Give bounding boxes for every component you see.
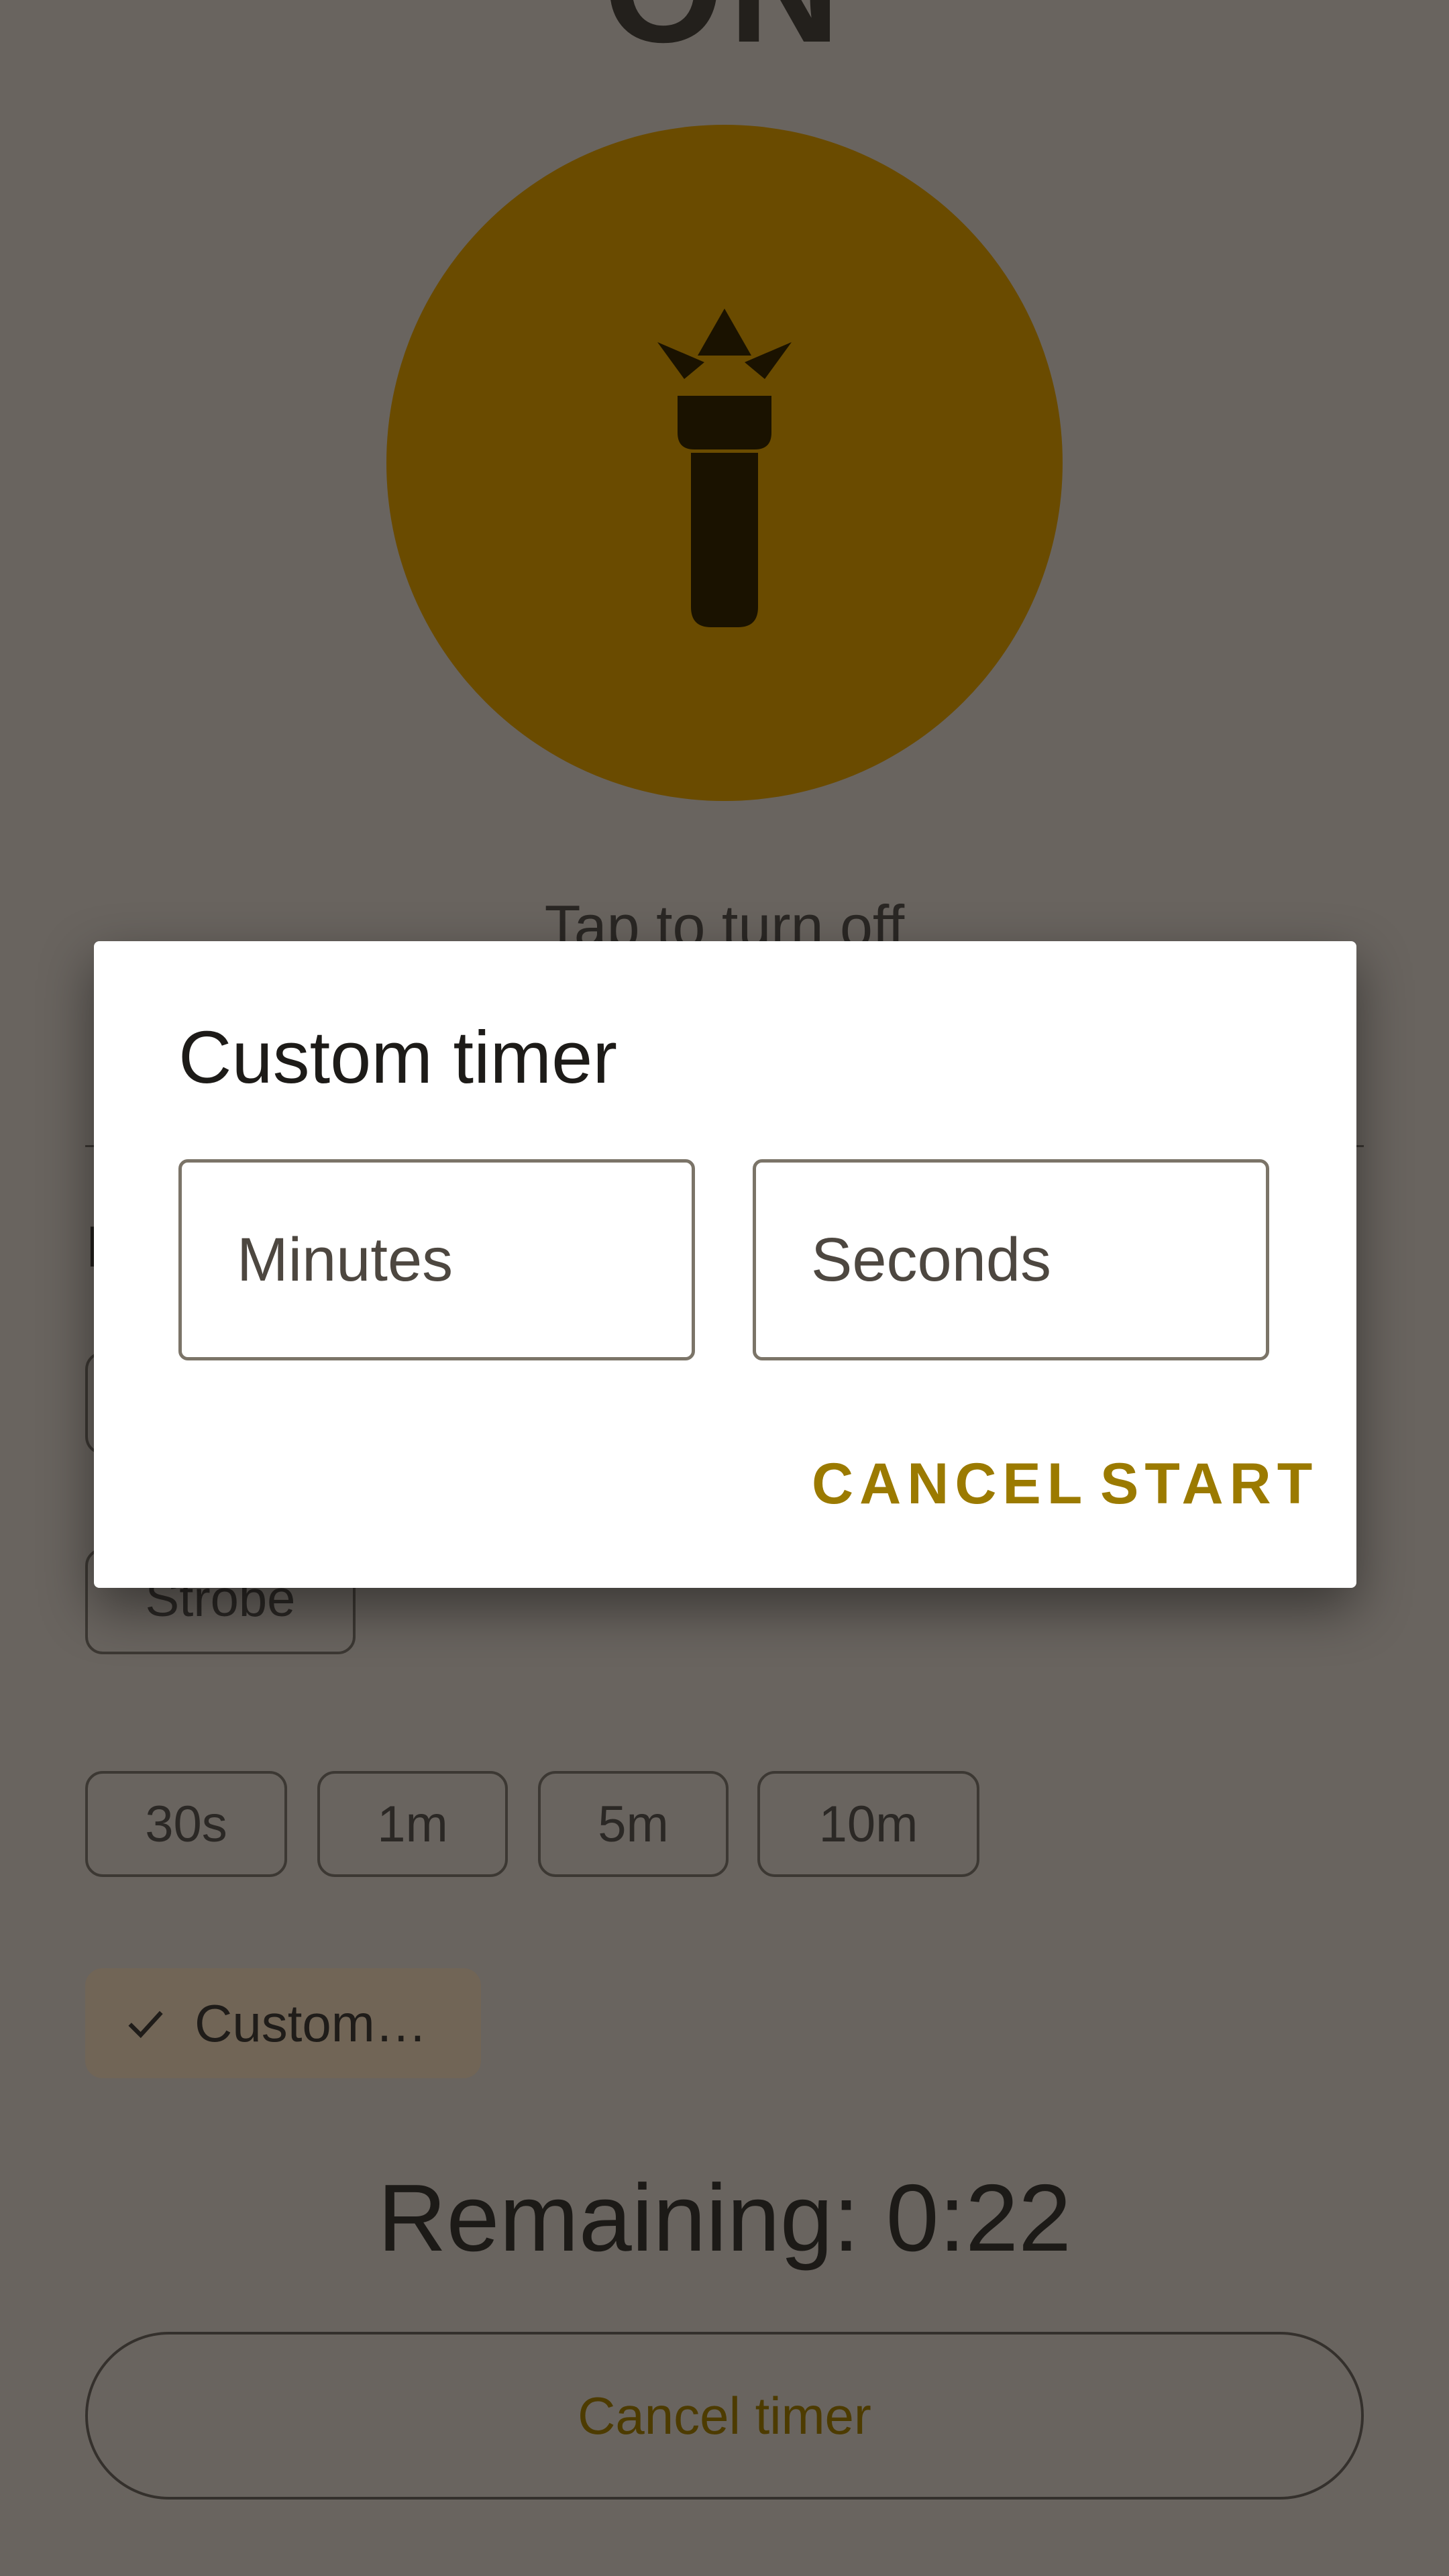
check-icon xyxy=(128,2010,163,2039)
remaining-time: Remaining: 0:22 xyxy=(377,2165,1072,2271)
chip-custom-label: Custom… xyxy=(195,1993,427,2053)
minutes-field[interactable] xyxy=(178,1159,695,1360)
flashlight-screen: ON Tap to turn off I Strobe 30s 1m 5m 10… xyxy=(0,0,1449,2576)
flashlight-icon xyxy=(657,309,792,627)
chip-5m[interactable]: 5m xyxy=(538,1771,729,1877)
cancel-button[interactable]: CANCEL xyxy=(812,1451,1088,1517)
cancel-timer-button[interactable]: Cancel timer xyxy=(85,2332,1364,2500)
seconds-field[interactable] xyxy=(753,1159,1269,1360)
chip-30s[interactable]: 30s xyxy=(85,1771,287,1877)
chip-10m[interactable]: 10m xyxy=(757,1771,979,1877)
flashlight-status-title: ON xyxy=(0,0,1449,77)
dialog-title: Custom timer xyxy=(178,1016,617,1099)
chip-custom[interactable]: Custom… xyxy=(85,1968,481,2078)
chip-1m[interactable]: 1m xyxy=(317,1771,508,1877)
start-button[interactable]: START xyxy=(1100,1451,1318,1517)
custom-timer-dialog: Custom timer CANCEL START xyxy=(94,941,1356,1588)
